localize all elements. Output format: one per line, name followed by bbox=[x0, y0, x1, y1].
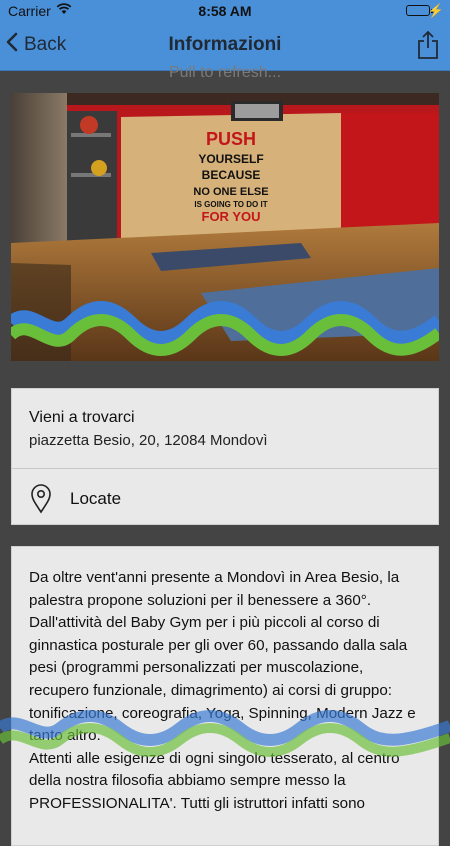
locate-label: Locate bbox=[70, 489, 122, 508]
share-button[interactable] bbox=[416, 30, 440, 60]
wall-text-line: YOURSELF bbox=[198, 152, 263, 166]
wall-text-line: FOR YOU bbox=[202, 209, 261, 224]
pull-to-refresh-hint: Pull to refresh... bbox=[168, 64, 282, 81]
description-paragraph: Da oltre vent'anni presente a Mondovì in… bbox=[29, 569, 400, 609]
wall-text-line: IS GOING TO DO IT bbox=[194, 200, 267, 209]
description-card: Da oltre vent'anni presente a Mondovì in… bbox=[11, 546, 439, 846]
clock: 8:58 AM bbox=[198, 3, 252, 19]
wall-text-line: PUSH bbox=[206, 129, 256, 149]
location-heading: Vieni a trovarci bbox=[29, 409, 135, 426]
description-paragraph: Dall'attività del Baby Gym per i più pic… bbox=[29, 614, 416, 745]
battery-icon bbox=[406, 5, 433, 16]
status-bar: Carrier 8:58 AM ⚡ bbox=[0, 0, 450, 22]
wall-text-line: NO ONE ELSE bbox=[193, 186, 268, 198]
wall-text-line: BECAUSE bbox=[202, 168, 261, 182]
map-pin-icon bbox=[30, 484, 52, 514]
address-text: piazzetta Besio, 20, 12084 Mondovì bbox=[29, 432, 268, 449]
location-card: Vieni a trovarci piazzetta Besio, 20, 12… bbox=[11, 388, 439, 525]
charging-icon: ⚡ bbox=[427, 3, 444, 18]
locate-button[interactable]: Locate bbox=[12, 469, 438, 525]
share-icon bbox=[418, 30, 438, 59]
page-title: Informazioni bbox=[168, 34, 282, 55]
description-text: Da oltre vent'anni presente a Mondovì in… bbox=[29, 567, 424, 816]
description-paragraph: Attenti alle esigenze di ogni singolo te… bbox=[29, 749, 400, 812]
gym-photo: PUSH YOURSELF BECAUSE NO ONE ELSE IS GOI… bbox=[11, 93, 439, 361]
